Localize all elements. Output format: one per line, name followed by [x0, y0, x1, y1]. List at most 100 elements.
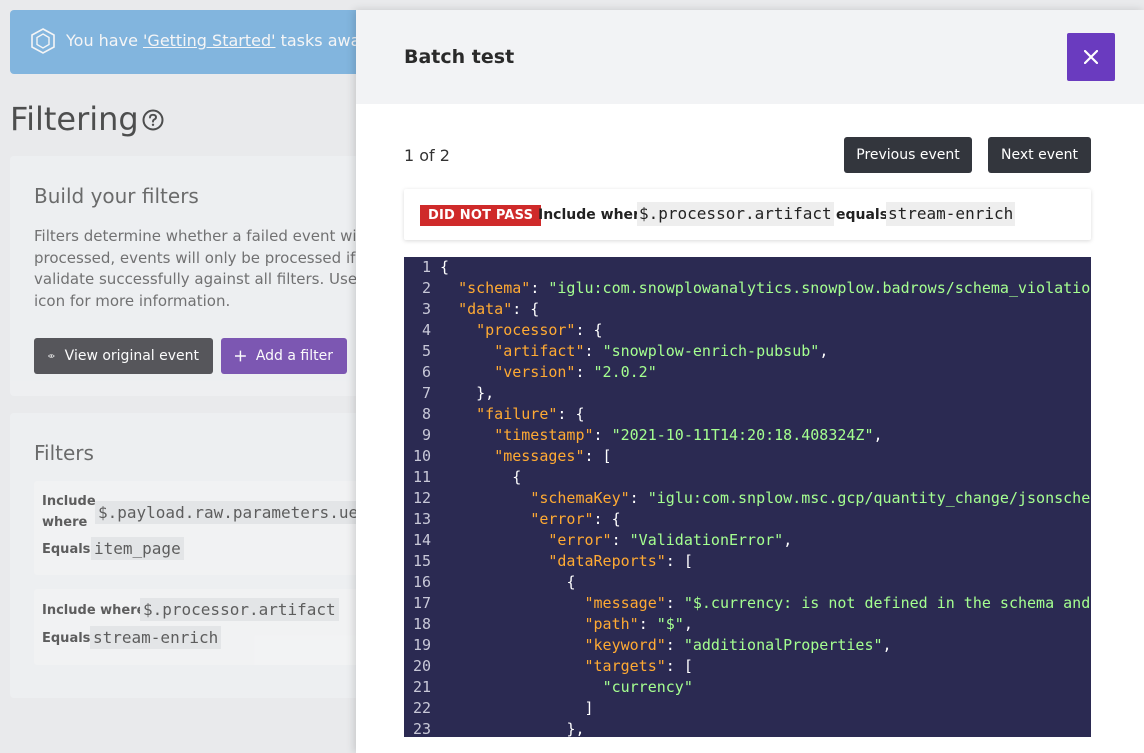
json-punctuation: {	[512, 468, 522, 486]
json-key: "timestamp"	[494, 426, 594, 444]
getting-started-link[interactable]: 'Getting Started'	[143, 31, 276, 50]
modal-title: Batch test	[404, 46, 515, 68]
filter-row[interactable]: Include where $.processor.artifact Equal…	[34, 589, 370, 665]
filters-card: Filters Include where $.payload.raw.para…	[10, 413, 370, 698]
build-filters-card: Build your filters Filters determine whe…	[10, 156, 370, 396]
code-line: 16 {	[404, 572, 576, 593]
view-original-event-button[interactable]: View original event	[34, 338, 213, 374]
equals-label: equals	[836, 207, 889, 223]
json-punctuation: :	[665, 636, 684, 654]
line-number: 14	[412, 531, 431, 549]
code-line: 18 "path": "$",	[404, 614, 693, 635]
line-number: 4	[421, 321, 431, 339]
json-punctuation: :	[584, 342, 603, 360]
close-button[interactable]	[1067, 33, 1115, 81]
next-event-button[interactable]: Next event	[988, 137, 1091, 173]
equals-label: Equals	[42, 631, 91, 646]
json-punctuation: : [	[584, 447, 612, 465]
filter-value: stream-enrich	[90, 626, 222, 649]
json-key: "messages"	[494, 447, 585, 465]
json-punctuation: :	[530, 279, 549, 297]
filter-row[interactable]: Include where $.payload.raw.parameters.u…	[34, 481, 370, 575]
json-punctuation: : [	[665, 657, 693, 675]
line-number: 13	[412, 510, 431, 528]
equals-label: Equals	[42, 542, 91, 557]
json-key: "keyword"	[584, 636, 666, 654]
line-number: 1	[421, 258, 431, 276]
code-line: 8 "failure": {	[404, 404, 585, 425]
json-key: "dataReports"	[548, 552, 666, 570]
json-punctuation: :	[593, 426, 612, 444]
json-string: "$"	[656, 615, 684, 633]
filter-result-bar: DID NOT PASS Include where $.processor.a…	[404, 189, 1091, 240]
modal-header: Batch test	[356, 10, 1144, 104]
json-punctuation: },	[476, 384, 495, 402]
json-key: "targets"	[584, 657, 666, 675]
json-string: "additionalProperties"	[683, 636, 883, 654]
batch-test-modal: Batch test 1 of 2 Previous event Next ev…	[356, 10, 1144, 753]
json-punctuation: :	[665, 594, 684, 612]
did-not-pass-badge: DID NOT PASS	[420, 205, 542, 226]
json-string: "$.currency: is not defined in the schem…	[683, 594, 1091, 612]
json-key: "message"	[584, 594, 666, 612]
code-line: 19 "keyword": "additionalProperties",	[404, 635, 892, 656]
event-json-code-block[interactable]: 1 {2 "schema": "iglu:com.snowplowanalytic…	[404, 257, 1091, 737]
code-line: 21 "currency"	[404, 677, 693, 698]
json-punctuation: : {	[593, 510, 621, 528]
json-punctuation: },	[566, 720, 585, 737]
code-line: 23 },	[404, 719, 585, 737]
add-filter-button[interactable]: Add a filter	[221, 338, 347, 374]
code-line: 15 "dataReports": [	[404, 551, 693, 572]
json-key: "artifact"	[494, 342, 585, 360]
include-label: Include	[42, 494, 96, 509]
json-string: "2.0.2"	[593, 363, 657, 381]
line-number: 18	[412, 615, 431, 633]
line-number: 12	[412, 489, 431, 507]
line-number: 23	[412, 720, 431, 737]
previous-event-button[interactable]: Previous event	[844, 137, 972, 173]
result-value: stream-enrich	[886, 202, 1016, 226]
filter-value: item_page	[91, 537, 184, 560]
json-punctuation: : [	[665, 552, 693, 570]
line-number: 10	[412, 447, 431, 465]
json-punctuation: : {	[512, 300, 540, 318]
json-punctuation: {	[440, 258, 450, 276]
include-where-label: Include where	[538, 207, 650, 223]
json-key: "path"	[584, 615, 639, 633]
plus-icon	[235, 350, 246, 362]
code-line: 4 "processor": {	[404, 320, 603, 341]
line-number: 7	[421, 384, 431, 402]
code-line: 17 "message": "$.currency: is not define…	[404, 593, 1091, 614]
line-number: 2	[421, 279, 431, 297]
json-key: "schema"	[458, 279, 531, 297]
json-punctuation: :	[638, 615, 657, 633]
line-number: 8	[421, 405, 431, 423]
json-string: "currency"	[602, 678, 693, 696]
code-line: 10 "messages": [	[404, 446, 612, 467]
json-punctuation: ,	[819, 342, 829, 360]
help-icon[interactable]	[142, 109, 164, 131]
code-line: 3 "data": {	[404, 299, 539, 320]
where-label: where	[42, 515, 88, 530]
line-number: 3	[421, 300, 431, 318]
hexagon-logo-icon	[31, 28, 55, 54]
code-line: 6 "version": "2.0.2"	[404, 362, 657, 383]
line-number: 22	[412, 699, 431, 717]
code-line: 2 "schema": "iglu:com.snowplowanalytics.…	[404, 278, 1091, 299]
line-number: 11	[412, 468, 431, 486]
json-punctuation: :	[629, 489, 648, 507]
filter-path: $.payload.raw.parameters.ue	[95, 501, 362, 524]
line-number: 6	[421, 363, 431, 381]
code-line: 13 "error": {	[404, 509, 621, 530]
code-line: 12 "schemaKey": "iglu:com.snplow.msc.gcp…	[404, 488, 1091, 509]
json-punctuation: ,	[873, 426, 883, 444]
json-string: "2021-10-11T14:20:18.408324Z"	[611, 426, 874, 444]
line-number: 17	[412, 594, 431, 612]
json-key: "error"	[530, 510, 594, 528]
json-punctuation: ,	[882, 636, 892, 654]
result-path: $.processor.artifact	[637, 202, 834, 226]
json-key: "schemaKey"	[530, 489, 630, 507]
build-filters-heading: Build your filters	[34, 184, 199, 208]
code-line: 9 "timestamp": "2021-10-11T14:20:18.4083…	[404, 425, 883, 446]
code-line: 14 "error": "ValidationError",	[404, 530, 792, 551]
